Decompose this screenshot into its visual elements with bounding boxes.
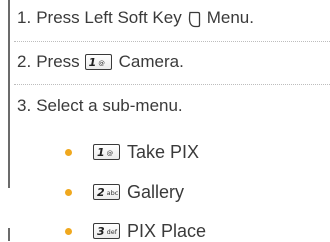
key-label: 1	[88, 55, 97, 69]
step-text: Press Left Soft Key	[36, 8, 182, 27]
key-sub-label: abc	[106, 188, 119, 197]
key-1-icon: 1 @	[93, 144, 120, 160]
divider	[14, 41, 330, 42]
step-1: 1. Press Left Soft Key Menu.	[17, 7, 254, 29]
submenu-label: PIX Place	[127, 221, 207, 241]
key-label: 3	[97, 224, 105, 238]
left-soft-key-icon	[188, 11, 201, 28]
step-text-camera: Camera.	[118, 52, 184, 71]
margin-bar-lower	[8, 228, 10, 241]
step-text: Press	[36, 52, 80, 71]
key-label: 2	[97, 185, 105, 199]
divider	[14, 84, 330, 85]
step-number: 1.	[17, 8, 32, 27]
step-text-menu: Menu.	[206, 8, 254, 27]
submenu-label: Take PIX	[127, 142, 200, 162]
submenu-item-pix-place: 3 def PIX Place	[65, 220, 206, 242]
key-sub-label: @	[106, 148, 114, 157]
key-3-icon: 3 def	[93, 223, 120, 239]
margin-bar	[8, 0, 10, 188]
key-sub-label: @	[98, 58, 105, 67]
bullet-icon	[65, 227, 72, 235]
submenu-item-take-pix: 1 @ Take PIX	[65, 141, 199, 163]
bullet-icon	[65, 188, 72, 196]
key-label: 1	[97, 145, 105, 159]
key-2-icon: 2 abc	[93, 184, 120, 200]
submenu-item-gallery: 2 abc Gallery	[65, 181, 184, 203]
step-2: 2. Press 1 @ Camera.	[17, 51, 184, 73]
step-text: Select a sub-menu.	[36, 96, 183, 115]
step-number: 3.	[17, 96, 32, 115]
step-3: 3. Select a sub-menu.	[17, 95, 183, 117]
key-sub-label: def	[106, 227, 118, 236]
key-1-icon: 1 @	[84, 54, 112, 70]
step-number: 2.	[17, 52, 32, 71]
submenu-label: Gallery	[127, 182, 185, 202]
bullet-icon	[65, 148, 72, 156]
